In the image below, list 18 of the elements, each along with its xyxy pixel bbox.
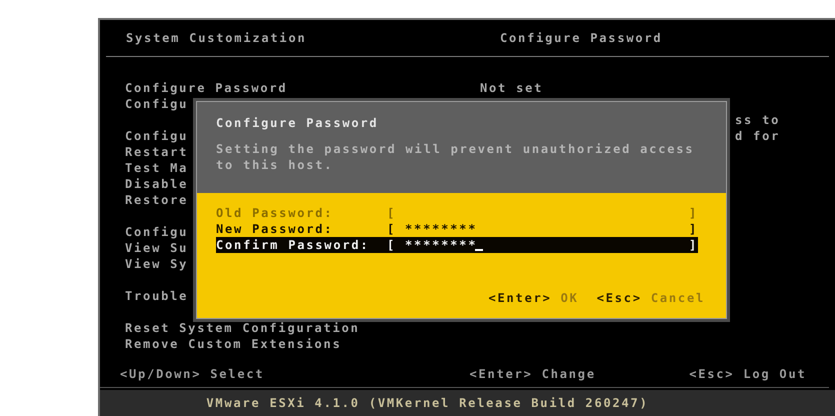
dialog-title: Configure Password: [216, 115, 380, 132]
status-bar: VMware ESXi 4.1.0 (VMKernel Release Build 260247): [100, 390, 835, 416]
dialog-action[interactable]: <Esc> Cancel: [596, 291, 705, 305]
menu-item[interactable]: Configure Password: [125, 80, 480, 96]
dialog-action[interactable]: <Enter> OK: [488, 291, 579, 305]
password-field[interactable]: New Password: [ ******** ]: [216, 221, 698, 237]
detail-text: ss to: [735, 112, 780, 128]
password-field[interactable]: Confirm Password: [ ******** ]: [216, 237, 698, 253]
menu-item[interactable]: Reset System Configuration: [125, 320, 480, 336]
screen-title: System Customization: [125, 31, 308, 45]
key-hint: <Esc> Log Out: [689, 367, 808, 381]
key-hint: <Up/Down> Select: [120, 367, 266, 381]
menu-item[interactable]: Remove Custom Extensions: [125, 336, 480, 352]
detail-title: Configure Password: [500, 31, 662, 45]
dialog-description: Setting the password will prevent unauthorized access to this host.: [216, 141, 696, 173]
key-hint: <Enter> Change: [470, 367, 597, 381]
detail-text: d for: [735, 128, 780, 144]
detail-value: Not set: [480, 80, 544, 96]
